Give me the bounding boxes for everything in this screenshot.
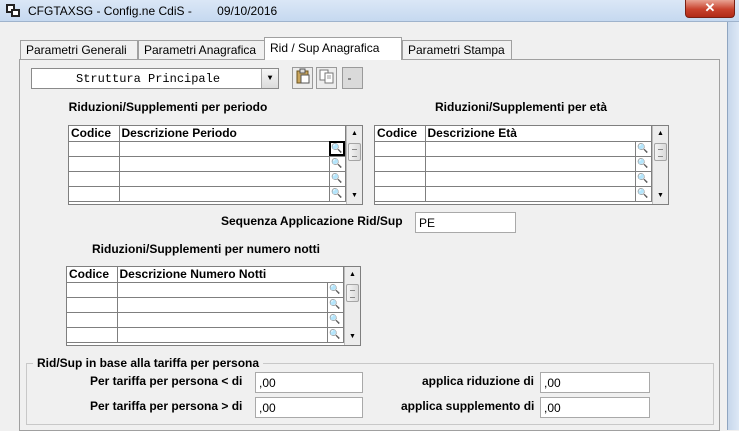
person-rate-legend: Rid/Sup in base alla tariffa per persona: [33, 356, 264, 370]
supplement-label: applica supplemento di: [401, 399, 535, 413]
tab-parametri-anagrafica[interactable]: Parametri Anagrafica: [138, 40, 265, 59]
table-row[interactable]: 🔍: [69, 171, 346, 187]
table-row[interactable]: 🔍: [375, 171, 652, 187]
close-button[interactable]: ✕: [685, 0, 735, 18]
table-row[interactable]: 🔍: [67, 297, 344, 313]
nights-grid[interactable]: Codice Descrizione Numero Notti 🔍 🔍 🔍 🔍 …: [66, 266, 361, 346]
tab-parametri-stampa[interactable]: Parametri Stampa: [402, 40, 512, 59]
reduction-input[interactable]: ,00: [540, 372, 650, 393]
table-row[interactable]: 🔍: [69, 186, 346, 202]
table-row[interactable]: 🔍: [375, 141, 652, 157]
age-grid-scrollbar[interactable]: ▲ ▼: [652, 126, 668, 204]
person-rate-group: Rid/Sup in base alla tariffa per persona…: [26, 356, 714, 425]
app-icon: [6, 4, 20, 17]
grid-header: Codice Descrizione Età: [375, 126, 652, 142]
age-grid[interactable]: Codice Descrizione Età 🔍 🔍 🔍 🔍 ▲ ▼: [374, 125, 669, 205]
reduction-label: applica riduzione di: [422, 374, 535, 388]
structure-select-value: Struttura Principale: [76, 72, 221, 86]
rate-greater-input[interactable]: ,00: [255, 397, 363, 418]
tab-panel: Struttura Principale ▼ Riduzioni/Supplem…: [19, 59, 720, 431]
table-row[interactable]: 🔍: [69, 156, 346, 172]
copy-icon: [319, 69, 333, 84]
column-codice: Codice: [375, 126, 426, 142]
magnifier-icon[interactable]: 🔍: [329, 186, 346, 202]
tab-rid-sup-anagrafica[interactable]: Rid / Sup Anagrafica: [264, 37, 402, 60]
table-row[interactable]: 🔍: [375, 186, 652, 202]
period-grid-scrollbar[interactable]: ▲ ▼: [346, 126, 362, 204]
column-codice: Codice: [69, 126, 120, 142]
period-grid-title: Riduzioni/Supplementi per periodo: [68, 100, 268, 114]
grid-header: Codice Descrizione Periodo: [69, 126, 346, 142]
clipboard-icon: [296, 68, 309, 84]
paste-button[interactable]: [292, 67, 313, 89]
magnifier-icon[interactable]: 🔍: [327, 282, 344, 298]
blank-button[interactable]: [342, 67, 363, 89]
magnifier-icon[interactable]: 🔍: [327, 312, 344, 328]
period-grid[interactable]: Codice Descrizione Periodo 🔍 🔍 🔍 🔍 ▲ ▼: [68, 125, 363, 205]
nights-grid-title: Riduzioni/Supplementi per numero notti: [92, 242, 320, 256]
rate-greater-label: Per tariffa per persona > di: [90, 399, 243, 413]
table-row[interactable]: 🔍: [67, 327, 344, 343]
supplement-input[interactable]: ,00: [540, 397, 650, 418]
sequence-label: Sequenza Applicazione Rid/Sup: [221, 214, 403, 228]
magnifier-icon[interactable]: 🔍: [327, 327, 344, 343]
window-title: CFGTAXSG - Config.ne CdiS - 09/10/2016: [28, 4, 278, 18]
title-bar: CFGTAXSG - Config.ne CdiS - 09/10/2016 ✕: [0, 0, 739, 22]
column-descrizione-numero-notti: Descrizione Numero Notti: [117, 267, 344, 283]
blank-button-icon: [347, 78, 351, 80]
table-row[interactable]: 🔍: [67, 282, 344, 298]
rate-less-label: Per tariffa per persona < di: [90, 374, 243, 388]
copy-button[interactable]: [316, 67, 337, 89]
column-descrizione-eta: Descrizione Età: [425, 126, 652, 142]
chevron-down-icon[interactable]: ▼: [261, 69, 278, 88]
magnifier-icon[interactable]: 🔍: [635, 141, 652, 157]
magnifier-icon[interactable]: 🔍: [329, 171, 346, 187]
structure-select[interactable]: Struttura Principale ▼: [31, 68, 279, 89]
table-row[interactable]: 🔍: [375, 156, 652, 172]
magnifier-icon[interactable]: 🔍: [327, 297, 344, 313]
magnifier-icon[interactable]: 🔍: [635, 171, 652, 187]
rate-less-input[interactable]: ,00: [255, 372, 363, 393]
table-row[interactable]: 🔍: [67, 312, 344, 328]
magnifier-icon[interactable]: 🔍: [329, 141, 346, 157]
magnifier-icon[interactable]: 🔍: [635, 156, 652, 172]
magnifier-icon[interactable]: 🔍: [635, 186, 652, 202]
table-row[interactable]: 🔍: [69, 141, 346, 157]
age-grid-title: Riduzioni/Supplementi per età: [434, 100, 607, 114]
column-descrizione-periodo: Descrizione Periodo: [119, 126, 346, 142]
column-codice: Codice: [67, 267, 118, 283]
tab-parametri-generali[interactable]: Parametri Generali: [20, 40, 138, 59]
sequence-input[interactable]: PE: [415, 212, 516, 233]
window-body: Parametri Generali Parametri Anagrafica …: [0, 22, 739, 431]
grid-header: Codice Descrizione Numero Notti: [67, 267, 344, 283]
window-frame-right: [727, 22, 739, 430]
magnifier-icon[interactable]: 🔍: [329, 156, 346, 172]
nights-grid-scrollbar[interactable]: ▲ ▼: [344, 267, 360, 345]
